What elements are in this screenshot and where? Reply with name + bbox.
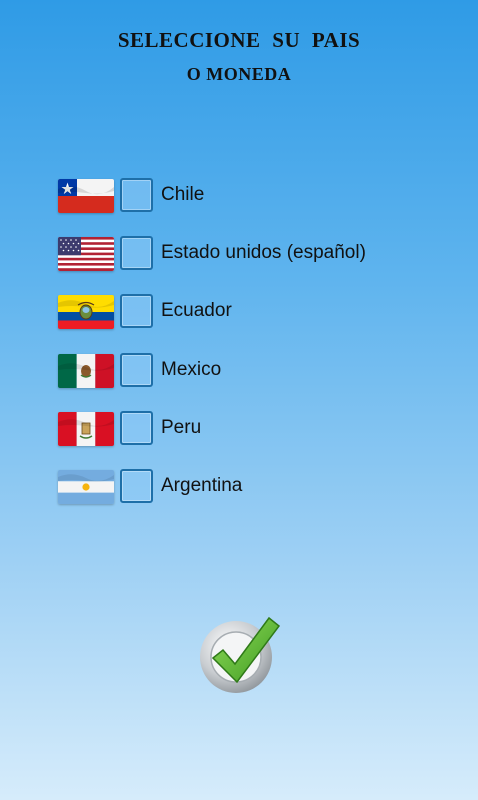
argentina-flag-icon bbox=[58, 470, 114, 504]
country-row-ecuador[interactable]: Ecuador bbox=[58, 292, 438, 332]
checkbox-ecuador[interactable] bbox=[120, 294, 153, 328]
chile-flag-icon bbox=[58, 179, 114, 213]
checkmark-icon bbox=[200, 616, 281, 693]
page-subtitle: O MONEDA bbox=[186, 64, 292, 84]
country-label-usa: Estado unidos (español) bbox=[161, 242, 366, 263]
country-label-argentina: Argentina bbox=[161, 475, 243, 496]
country-row-usa[interactable]: Estado unidos (español) bbox=[58, 234, 438, 274]
country-label-chile: Chile bbox=[161, 184, 205, 205]
country-row-mexico[interactable]: Mexico bbox=[58, 351, 438, 391]
country-row-argentina[interactable]: Argentina bbox=[58, 467, 438, 507]
page-title: SELECCIONE SU PAIS bbox=[117, 28, 361, 52]
checkbox-mexico[interactable] bbox=[120, 353, 153, 387]
country-label-mexico: Mexico bbox=[161, 359, 222, 380]
country-row-chile[interactable]: Chile bbox=[58, 176, 438, 216]
country-row-peru[interactable]: Peru bbox=[58, 409, 438, 449]
country-label-peru: Peru bbox=[161, 417, 202, 438]
checkbox-argentina[interactable] bbox=[120, 469, 153, 503]
ecuador-flag-icon bbox=[58, 295, 114, 329]
peru-flag-icon bbox=[58, 412, 114, 446]
checkbox-peru[interactable] bbox=[120, 411, 153, 445]
usa-flag-icon bbox=[58, 237, 114, 271]
confirm-button[interactable] bbox=[195, 612, 283, 700]
checkbox-usa[interactable] bbox=[120, 236, 153, 270]
mexico-flag-icon bbox=[58, 354, 114, 388]
country-label-ecuador: Ecuador bbox=[161, 300, 232, 321]
checkbox-chile[interactable] bbox=[120, 178, 153, 212]
